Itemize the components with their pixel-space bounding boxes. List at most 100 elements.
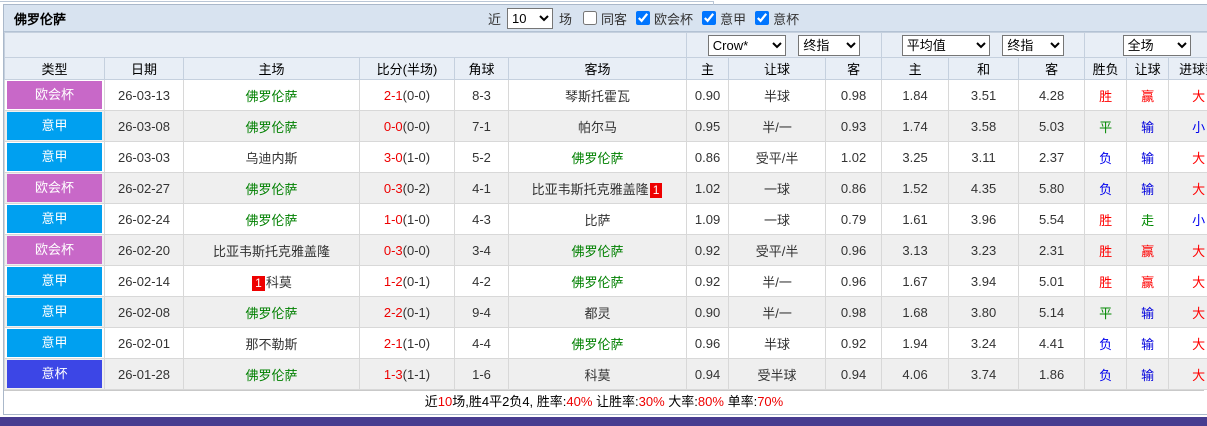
col-type: 类型 — [4, 57, 105, 80]
corner-cell: 3-4 — [454, 234, 509, 266]
team-name[interactable]: 佛罗伦萨 — [245, 306, 297, 321]
red-card-badge: 1 — [252, 275, 265, 291]
handicap-result-cell: 输 — [1126, 110, 1170, 142]
date-cell: 26-02-01 — [104, 327, 184, 359]
team-name[interactable]: 佛罗伦萨 — [245, 368, 297, 383]
team-name[interactable]: 佛罗伦萨 — [572, 151, 624, 166]
handicap-line-cell: 受半球 — [728, 358, 827, 390]
team-name[interactable]: 比亚韦斯托克雅盖隆 — [532, 182, 649, 197]
col-handicap-result: 让球 — [1126, 57, 1170, 80]
avg-home-odds-cell: 1.94 — [881, 327, 950, 359]
red-card-badge: 1 — [649, 182, 663, 198]
team-name[interactable]: 佛罗伦萨 — [245, 89, 297, 104]
result-cell: 负 — [1084, 327, 1128, 359]
half-score: (1-0) — [402, 335, 431, 351]
league-badge: 意甲 — [7, 112, 102, 140]
avg-draw-odds-cell: 3.51 — [948, 79, 1020, 111]
goals-result-cell: 大 — [1168, 172, 1207, 204]
handicap-time-select[interactable]: 终指 — [798, 34, 861, 56]
league-filter-checkbox-coppa[interactable] — [755, 11, 770, 25]
team-name[interactable]: 佛罗伦萨 — [572, 244, 624, 259]
league-type-cell: 意甲 — [4, 327, 105, 359]
handicap-away-odds-cell: 0.96 — [825, 265, 883, 297]
team-name[interactable]: 佛罗伦萨 — [245, 120, 297, 135]
away-team-cell: 佛罗伦萨 — [507, 265, 688, 297]
handicap-line-cell: 半/一 — [728, 296, 827, 328]
league-filter-label-coppa: 意杯 — [773, 11, 800, 27]
handicap-result-cell: 赢 — [1126, 265, 1170, 297]
col-result: 胜负 — [1084, 57, 1128, 80]
handicap-away-odds-cell: 0.94 — [825, 358, 883, 390]
team-name[interactable]: 乌迪内斯 — [245, 151, 297, 166]
result-cell: 胜 — [1084, 234, 1128, 266]
selects-header-row: Crow* 终指 平均值 终指 全场 — [3, 32, 1207, 58]
scope-select-cell: 全场 — [1084, 32, 1207, 58]
top-remnant — [0, 0, 1207, 5]
avg-home-odds-cell: 1.52 — [881, 172, 950, 204]
team-name[interactable]: 琴斯托霍瓦 — [565, 89, 630, 104]
half-score: (0-0) — [402, 118, 431, 134]
table-row: 意甲 26-03-03 乌迪内斯 3-0(1-0) 5-2 佛罗伦萨 0.86 受平/半 1.0… — [4, 141, 1207, 173]
result-cell: 胜 — [1084, 265, 1128, 297]
league-badge: 意杯 — [7, 360, 102, 388]
same-away-checkbox[interactable] — [583, 11, 598, 25]
team-name[interactable]: 科莫 — [585, 368, 611, 383]
league-type-cell: 欧会杯 — [4, 172, 105, 204]
recent-count-select[interactable]: 10 — [507, 7, 554, 29]
team-name[interactable]: 那不勒斯 — [245, 337, 297, 352]
half-score: (0-1) — [402, 273, 431, 289]
bottom-accent-bar — [0, 417, 1207, 426]
team-name[interactable]: 帕尔马 — [578, 120, 617, 135]
corner-cell: 4-2 — [454, 265, 509, 297]
summary-segment: 70% — [757, 394, 784, 409]
date-cell: 26-02-08 — [104, 296, 184, 328]
avg-away-odds-cell: 4.28 — [1018, 79, 1086, 111]
stats-panel: 佛罗伦萨 近 10 场 同客 欧会杯 意甲 意杯 Crow* 终指 平均值 终指… — [3, 4, 1207, 415]
handicap-away-odds-cell: 0.98 — [825, 296, 883, 328]
away-team-cell: 比萨 — [507, 203, 688, 235]
games-label: 场 — [559, 11, 573, 27]
half-score: (1-1) — [402, 366, 431, 382]
league-filter-checkbox-uecl[interactable] — [636, 11, 651, 25]
handicap-company-select[interactable]: Crow* — [707, 34, 786, 56]
team-name[interactable]: 佛罗伦萨 — [572, 337, 624, 352]
league-type-cell: 欧会杯 — [4, 79, 105, 111]
odds-company-select[interactable]: 平均值 — [901, 34, 990, 56]
league-filter-checkbox-seriea[interactable] — [702, 11, 717, 25]
col-corner: 角球 — [454, 57, 509, 80]
table-row: 意甲 26-02-01 那不勒斯 2-1(1-0) 4-4 佛罗伦萨 0.96 半球 0.92 1… — [4, 327, 1207, 359]
team-name[interactable]: 佛罗伦萨 — [245, 182, 297, 197]
history-table: Crow* 终指 平均值 终指 全场 类型 日期 主场 比分(半场) 角球 客场… — [3, 32, 1207, 390]
scope-select[interactable]: 全场 — [1122, 34, 1191, 56]
handicap-line-cell: 受平/半 — [728, 234, 827, 266]
away-team-cell: 佛罗伦萨 — [507, 141, 688, 173]
summary-stats: 近10场,胜4平2负4, 胜率:40% 让胜率:30% 大率:80% 单率:70… — [4, 390, 1204, 414]
result-cell: 负 — [1084, 172, 1128, 204]
team-name[interactable]: 都灵 — [585, 306, 611, 321]
goals-result-cell: 大 — [1168, 79, 1207, 111]
league-badge: 意甲 — [7, 267, 102, 295]
score-cell: 2-1(0-0) — [359, 79, 455, 111]
avg-draw-odds-cell: 3.94 — [948, 265, 1020, 297]
team-name[interactable]: 比萨 — [585, 213, 611, 228]
goals-result-cell: 大 — [1168, 296, 1207, 328]
odds-time-select[interactable]: 终指 — [1002, 34, 1065, 56]
handicap-line-cell: 半球 — [728, 327, 827, 359]
filter-controls: 近 10 场 同客 欧会杯 意甲 意杯 — [488, 7, 800, 29]
date-cell: 26-02-14 — [104, 265, 184, 297]
table-row: 意杯 26-01-28 佛罗伦萨 1-3(1-1) 1-6 科莫 0.94 受半球 0.94 4.… — [4, 358, 1207, 390]
team-name[interactable]: 科莫 — [266, 275, 292, 290]
col-handicap-away: 客 — [825, 57, 883, 80]
goals-result-cell: 大 — [1168, 265, 1207, 297]
team-name[interactable]: 佛罗伦萨 — [245, 213, 297, 228]
home-team-cell: 佛罗伦萨 — [183, 296, 360, 328]
result-cell: 平 — [1084, 110, 1128, 142]
team-name[interactable]: 佛罗伦萨 — [572, 275, 624, 290]
team-name[interactable]: 比亚韦斯托克雅盖隆 — [213, 244, 330, 259]
title-bar: 佛罗伦萨 近 10 场 同客 欧会杯 意甲 意杯 — [4, 5, 1207, 32]
summary-segment: 10 — [437, 394, 453, 409]
full-score: 2-2 — [383, 304, 403, 320]
odds-selects-cell: 平均值 终指 — [881, 32, 1086, 58]
handicap-home-odds-cell: 0.94 — [686, 358, 730, 390]
avg-away-odds-cell: 5.54 — [1018, 203, 1086, 235]
